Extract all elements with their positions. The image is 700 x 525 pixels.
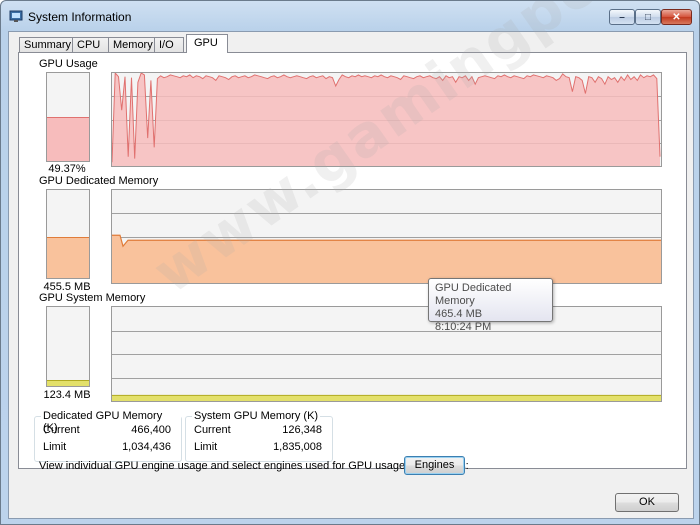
gpu-usage-area <box>112 73 660 166</box>
dedicated-current-label: Current <box>43 424 80 436</box>
gpu-usage-graph <box>111 72 662 167</box>
dedicated-gpu-memory-group: Dedicated GPU Memory (K) Current 466,400… <box>34 410 182 462</box>
system-information-window: System Information – □ ✕ Summary CPU Mem… <box>0 0 700 525</box>
system-limit-value: 1,835,008 <box>273 441 322 453</box>
tooltip-time: 8:10:24 PM <box>435 321 492 333</box>
system-information-app-icon <box>9 10 23 22</box>
gpu-usage-meter-fill <box>47 116 89 161</box>
gpu-usage-value: 49.37% <box>48 163 86 175</box>
gpu-tab-panel: GPU Usage 49.37% GPU Dedicated Memory 45… <box>18 52 687 469</box>
gpu-usage-label: GPU Usage <box>39 58 98 70</box>
tab-memory[interactable]: Memory <box>108 37 155 52</box>
graph-tooltip: GPU Dedicated Memory 465.4 MB 8:10:24 PM <box>428 278 553 333</box>
gpu-system-memory-graph <box>111 306 662 402</box>
gpu-dedicated-memory-history-chart <box>112 213 661 283</box>
gpu-system-memory-label: GPU System Memory <box>39 292 146 304</box>
system-gpu-memory-group: System GPU Memory (K) Current 126,348 Li… <box>185 410 333 462</box>
gpu-dedicated-memory-area <box>112 235 661 283</box>
gpu-system-memory-meter <box>46 306 90 387</box>
system-gpu-memory-group-title: System GPU Memory (K) <box>192 410 321 422</box>
dedicated-limit-label: Limit <box>43 441 67 453</box>
tooltip-value: 465.4 MB <box>435 308 483 320</box>
gpu-usage-history-chart <box>112 73 661 166</box>
tab-gpu[interactable]: GPU <box>186 34 228 53</box>
gpu-dedicated-memory-meter-fill <box>47 236 89 278</box>
dialog-client-area: Summary CPU Memory I/O GPU GPU Usage 49.… <box>8 31 694 519</box>
dedicated-current-value: 466,400 <box>131 424 171 436</box>
maximize-button[interactable]: □ <box>635 9 661 25</box>
tab-io[interactable]: I/O <box>154 37 184 52</box>
system-limit-label: Limit <box>194 441 218 453</box>
gpu-system-memory-value: 123.4 MB <box>43 389 91 401</box>
tab-summary[interactable]: Summary <box>19 37 73 52</box>
minimize-button[interactable]: – <box>609 9 635 25</box>
gpu-dedicated-memory-meter <box>46 189 90 279</box>
gpu-usage-meter <box>46 72 90 162</box>
engines-button[interactable]: Engines <box>404 456 465 475</box>
gpu-dedicated-memory-label: GPU Dedicated Memory <box>39 175 159 187</box>
gpu-dedicated-memory-graph <box>111 189 662 284</box>
gpu-system-memory-history-chart <box>112 331 661 401</box>
gpu-system-memory-area <box>112 395 661 401</box>
tooltip-title: GPU Dedicated Memory <box>435 282 512 307</box>
title-bar[interactable]: System Information – □ ✕ <box>1 1 699 31</box>
gpu-system-memory-meter-fill <box>47 380 89 386</box>
window-title: System Information <box>28 10 132 24</box>
ok-button[interactable]: OK <box>615 493 679 512</box>
dedicated-limit-value: 1,034,436 <box>122 441 171 453</box>
close-button[interactable]: ✕ <box>661 9 692 25</box>
system-current-value: 126,348 <box>282 424 322 436</box>
tab-cpu[interactable]: CPU <box>72 37 109 52</box>
system-current-label: Current <box>194 424 231 436</box>
